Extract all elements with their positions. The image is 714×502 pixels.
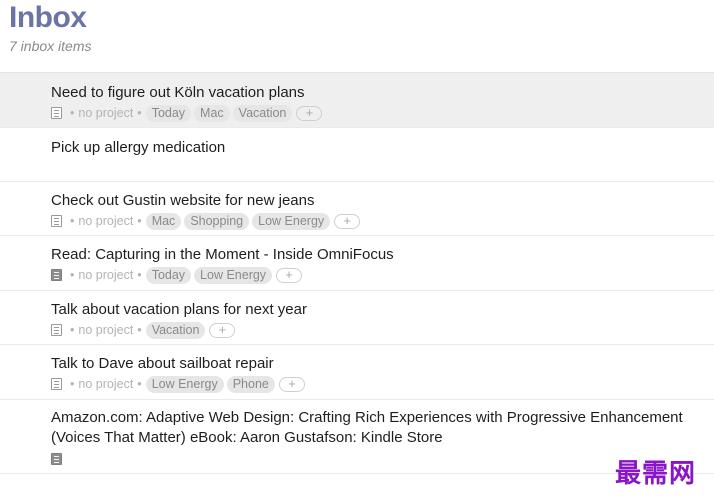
project-label[interactable]: no project — [78, 268, 133, 282]
task-row[interactable]: Talk to Dave about sailboat repair • no … — [0, 345, 714, 400]
separator-dot: • — [137, 106, 142, 120]
separator-dot: • — [137, 268, 142, 282]
separator-dot: • — [137, 377, 142, 391]
note-icon[interactable] — [51, 378, 62, 390]
tag-vacation[interactable]: Vacation — [232, 104, 293, 122]
watermark: 最需网 — [614, 459, 696, 489]
task-meta — [51, 450, 708, 468]
tag-mac[interactable]: Mac — [194, 104, 230, 122]
note-icon[interactable] — [51, 453, 62, 465]
inbox-header: Inbox 7 inbox items — [9, 0, 91, 55]
add-tag-button[interactable]: + — [278, 376, 305, 392]
task-meta: • no project • Today Low Energy + — [51, 266, 708, 284]
tag-low-energy[interactable]: Low Energy — [252, 212, 331, 230]
tag-phone[interactable]: Phone — [226, 375, 275, 393]
tag-low-energy[interactable]: Low Energy — [145, 375, 224, 393]
task-title[interactable]: Talk about vacation plans for next year — [51, 300, 708, 320]
tag-low-energy[interactable]: Low Energy — [194, 266, 273, 284]
add-tag-button[interactable]: + — [209, 322, 236, 338]
inbox-count: 7 inbox items — [9, 38, 92, 54]
task-list: Need to figure out Köln vacation plans •… — [0, 72, 714, 474]
task-title[interactable]: Talk to Dave about sailboat repair — [51, 354, 708, 374]
add-tag-button[interactable]: + — [276, 267, 303, 283]
note-icon[interactable] — [51, 269, 62, 281]
tag-today[interactable]: Today — [145, 266, 192, 284]
task-row[interactable]: Need to figure out Köln vacation plans •… — [0, 73, 714, 128]
task-title[interactable]: Check out Gustin website for new jeans — [51, 191, 708, 211]
task-title[interactable]: Amazon.com: Adaptive Web Design: Craftin… — [51, 408, 708, 448]
tag-mac[interactable]: Mac — [145, 212, 182, 230]
task-meta: • no project • Vacation + — [51, 321, 708, 339]
add-tag-button[interactable]: + — [296, 105, 323, 121]
separator-dot: • — [70, 214, 75, 228]
task-meta: • no project • Low Energy Phone + — [51, 375, 708, 393]
project-label[interactable]: no project — [78, 214, 133, 228]
note-icon[interactable] — [51, 215, 62, 227]
project-label[interactable]: no project — [78, 377, 133, 391]
task-row[interactable]: Read: Capturing in the Moment - Inside O… — [0, 236, 714, 291]
project-label[interactable]: no project — [78, 106, 133, 120]
task-row[interactable]: Check out Gustin website for new jeans •… — [0, 182, 714, 236]
task-row[interactable]: Pick up allergy medication — [0, 128, 714, 182]
task-row[interactable]: Talk about vacation plans for next year … — [0, 291, 714, 345]
separator-dot: • — [70, 268, 75, 282]
note-icon[interactable] — [51, 324, 62, 336]
tag-vacation[interactable]: Vacation — [145, 321, 206, 339]
task-title[interactable]: Pick up allergy medication — [51, 138, 708, 158]
tag-today[interactable]: Today — [145, 104, 192, 122]
separator-dot: • — [137, 214, 142, 228]
task-meta: • no project • Today Mac Vacation + — [51, 104, 708, 122]
add-tag-button[interactable]: + — [334, 213, 361, 229]
separator-dot: • — [70, 106, 75, 120]
task-row[interactable]: Amazon.com: Adaptive Web Design: Craftin… — [0, 400, 714, 474]
page-title: Inbox — [9, 1, 87, 34]
note-icon[interactable] — [51, 107, 62, 119]
separator-dot: • — [70, 377, 75, 391]
task-meta: • no project • Mac Shopping Low Energy + — [51, 212, 708, 230]
tag-shopping[interactable]: Shopping — [184, 212, 250, 230]
project-label[interactable]: no project — [78, 323, 133, 337]
separator-dot: • — [70, 323, 75, 337]
task-title[interactable]: Need to figure out Köln vacation plans — [51, 83, 708, 103]
task-title[interactable]: Read: Capturing in the Moment - Inside O… — [51, 245, 708, 265]
separator-dot: • — [137, 323, 142, 337]
